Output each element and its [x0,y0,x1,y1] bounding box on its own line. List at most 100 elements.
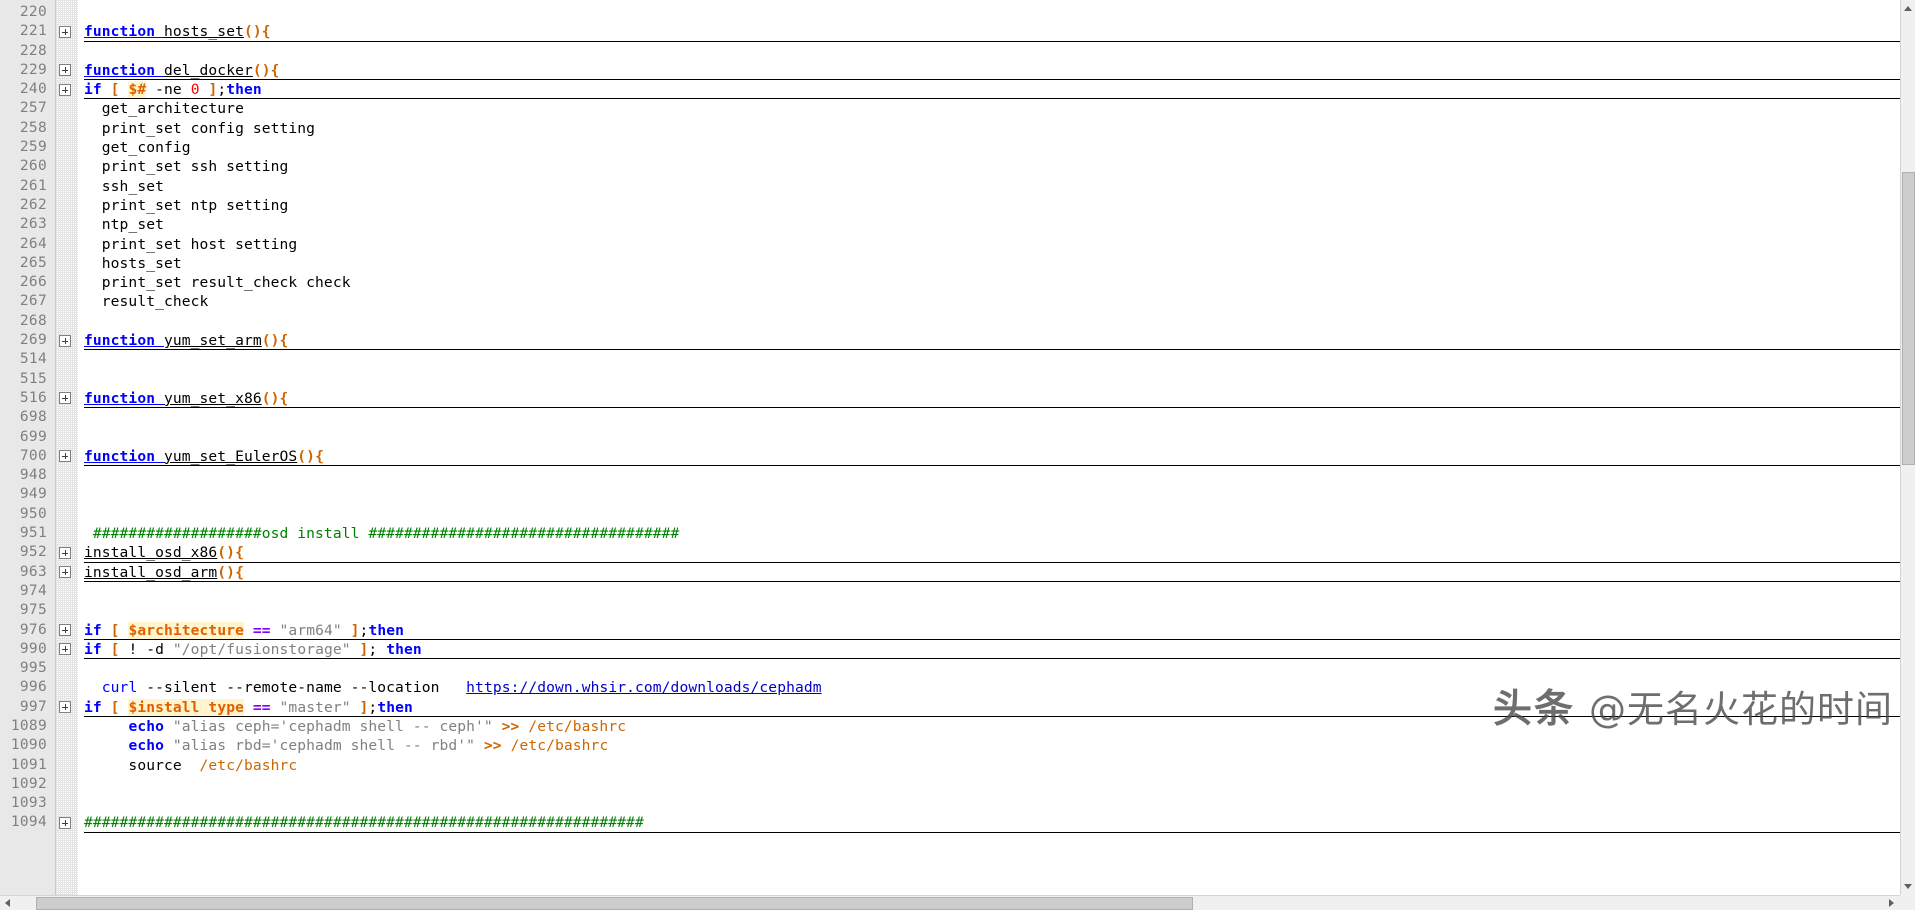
code-line[interactable]: ########################################… [78,813,1900,834]
code-line[interactable]: ssh_set [78,177,1900,196]
fold-expand-icon[interactable] [59,566,71,579]
scroll-right-button[interactable] [1883,896,1900,910]
fold-slot[interactable] [56,447,78,466]
fold-slot[interactable] [56,331,78,350]
code-line[interactable] [78,601,1900,620]
fold-expand-icon[interactable] [59,25,71,38]
code-line[interactable] [78,3,1900,22]
code-line[interactable]: echo "alias ceph='cephadm shell -- ceph'… [78,717,1900,736]
fold-expand-icon[interactable] [59,816,71,829]
code-line[interactable]: ntp_set [78,215,1900,234]
fold-slot[interactable] [56,698,78,717]
fold-expand-icon[interactable] [59,643,71,656]
fold-expand-icon[interactable] [59,624,71,636]
vertical-scroll-thumb[interactable] [1902,171,1915,465]
scroll-down-button[interactable] [1901,878,1915,895]
code-token: ntp_set [84,216,164,234]
code-line[interactable] [78,794,1900,813]
fold-slot[interactable] [56,22,78,41]
code-token: if [84,698,102,716]
line-number: 1090 [10,737,47,754]
fold-expand-icon[interactable] [59,64,71,77]
line-number: 699 [19,428,47,445]
code-line[interactable] [78,370,1900,389]
code-token: /etc/bashrc [199,756,298,774]
line-number: 1093 [10,795,47,812]
code-line[interactable]: if [ ! -d "/opt/fusionstorage" ]; then [78,640,1900,660]
code-line[interactable]: hosts_set [78,254,1900,273]
code-token: hosts_set [163,23,244,41]
fold-expand-icon[interactable] [59,546,71,559]
vertical-scrollbar[interactable] [1900,0,1915,895]
code-line[interactable] [78,428,1900,447]
fold-slot[interactable] [56,813,78,832]
horizontal-scrollbar[interactable] [0,895,1915,910]
fold-slot [56,273,78,292]
fold-slot[interactable] [56,80,78,99]
code-line[interactable]: source /etc/bashrc [78,756,1900,775]
fold-slot[interactable] [56,61,78,80]
code-token: https://down.whsir.com/downloads/cephadm [466,679,822,697]
fold-expand-icon[interactable] [59,450,71,463]
fold-expand-icon[interactable] [59,334,71,347]
code-token: if [84,81,102,99]
code-line[interactable]: if [ $install type == "master" ];then [78,698,1900,718]
code-line[interactable]: ###################osd install #########… [78,524,1900,543]
line-number: 1091 [10,756,47,773]
code-line[interactable] [78,350,1900,369]
code-line[interactable]: function yum_set_x86(){ [78,389,1900,409]
code-line[interactable]: print_set config setting [78,119,1900,138]
code-line[interactable]: install_osd_x86(){ [78,543,1900,563]
code-line[interactable]: result_check [78,292,1900,311]
fold-slot[interactable] [56,621,78,640]
code-token: () [243,23,262,41]
fold-slot[interactable] [56,543,78,562]
fold-slot[interactable] [56,563,78,582]
code-line[interactable] [78,582,1900,601]
code-line[interactable] [78,466,1900,485]
chevron-left-icon [5,899,10,907]
code-content-area[interactable]: function hosts_set(){ function del_docke… [78,0,1900,895]
fold-expand-icon[interactable] [59,392,71,405]
fold-expand-icon[interactable] [59,701,71,714]
code-line[interactable]: print_set ntp setting [78,196,1900,215]
code-line[interactable] [78,42,1900,61]
code-line[interactable] [78,408,1900,427]
fold-margin[interactable] [56,0,78,895]
code-token: curl [101,679,138,697]
fold-slot[interactable] [56,640,78,659]
code-line[interactable]: function hosts_set(){ [78,22,1900,42]
scroll-up-button[interactable] [1901,0,1915,17]
code-line[interactable] [78,312,1900,331]
fold-slot[interactable] [56,389,78,408]
code-line[interactable]: get_architecture [78,99,1900,118]
code-line[interactable]: get_config [78,138,1900,157]
code-line[interactable] [78,659,1900,678]
code-line[interactable]: if [ $architecture == "arm64" ];then [78,621,1900,641]
code-line[interactable]: function del_docker(){ [78,61,1900,81]
code-line[interactable]: print_set ssh setting [78,157,1900,176]
line-number: 963 [19,563,47,580]
line-number: 258 [19,119,47,136]
code-line[interactable] [78,485,1900,504]
code-token: function [84,61,164,79]
code-line[interactable]: function yum_set_EulerOS(){ [78,447,1900,467]
code-line[interactable]: print_set host setting [78,235,1900,254]
fold-slot [56,215,78,234]
code-line[interactable]: install_osd_arm(){ [78,563,1900,583]
code-line[interactable]: echo "alias rbd='cephadm shell -- rbd'" … [78,736,1900,755]
code-editor-pane[interactable]: 220 221 228 229 240 257 258 259 260 261 262 263 264 2… [0,0,1900,895]
code-line[interactable]: print_set result_check check [78,273,1900,292]
fold-expand-icon[interactable] [59,83,71,96]
code-line[interactable] [78,775,1900,794]
line-number: 228 [19,42,47,59]
code-line[interactable]: function yum_set_arm(){ [78,331,1900,351]
code-line[interactable] [78,505,1900,524]
scroll-left-button[interactable] [0,896,17,910]
code-line[interactable]: curl --silent --remote-name --location h… [78,678,1900,697]
code-line[interactable]: if [ $# -ne 0 ];then [78,80,1900,100]
horizontal-scroll-thumb[interactable] [35,897,1193,910]
